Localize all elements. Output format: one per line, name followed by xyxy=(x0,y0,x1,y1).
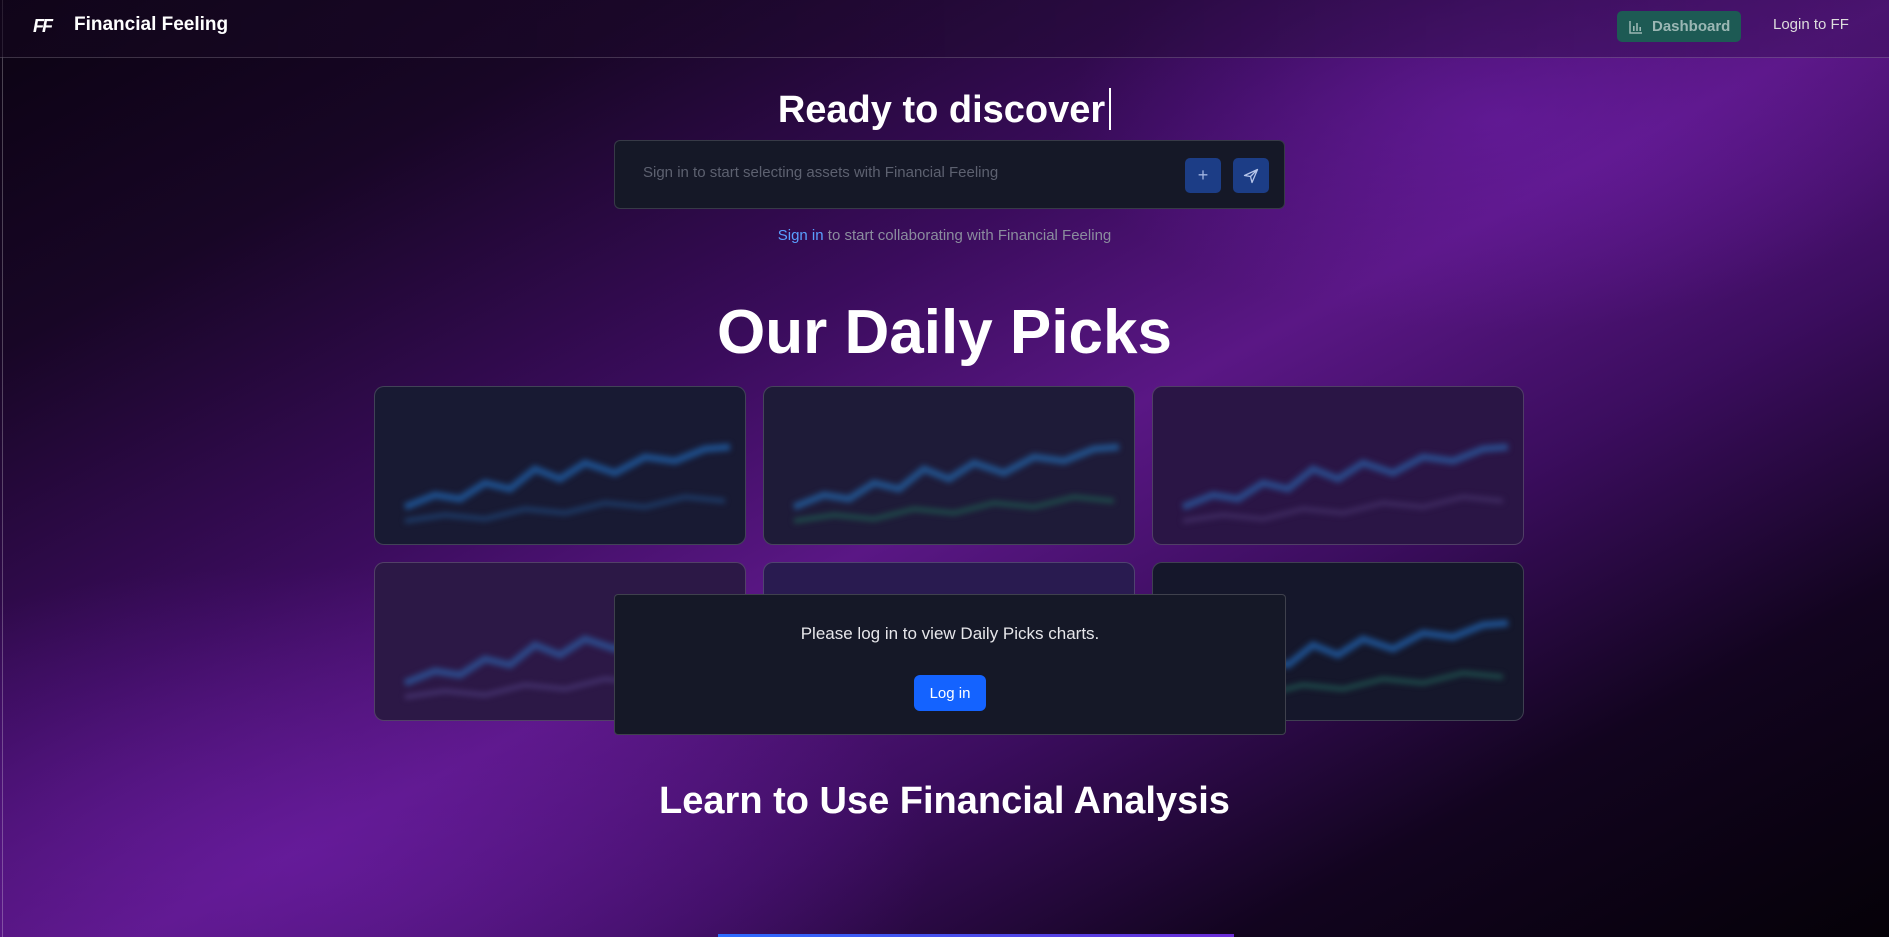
asset-search-input[interactable] xyxy=(641,163,1185,182)
pick-card[interactable] xyxy=(763,386,1135,545)
pick-card[interactable] xyxy=(1152,386,1524,545)
daily-picks-title: Our Daily Picks xyxy=(717,298,1172,367)
log-in-button[interactable]: Log in xyxy=(914,675,986,711)
blurred-chart xyxy=(1181,443,1509,524)
dashboard-button[interactable]: Dashboard xyxy=(1617,11,1741,42)
signin-note-text: to start collaborating with Financial Fe… xyxy=(823,227,1112,244)
blurred-chart xyxy=(792,443,1120,524)
plus-icon: + xyxy=(1197,165,1209,185)
hero-title-text: Ready to discover xyxy=(777,89,1106,131)
login-link[interactable]: Login to FF xyxy=(1773,16,1849,33)
typing-caret xyxy=(1109,88,1112,130)
hero-title: Ready to discover xyxy=(0,88,1889,132)
login-required-modal: Please log in to view Daily Picks charts… xyxy=(614,594,1286,735)
login-required-message: Please log in to view Daily Picks charts… xyxy=(800,624,1100,643)
pick-card[interactable] xyxy=(374,386,746,545)
add-button[interactable]: + xyxy=(1185,158,1221,193)
top-nav: FF Financial Feeling Dashboard Login to … xyxy=(0,0,1889,58)
send-icon xyxy=(1243,168,1259,183)
asset-search-box: + xyxy=(614,140,1285,209)
send-button[interactable] xyxy=(1233,158,1269,193)
signin-note: Sign in to start collaborating with Fina… xyxy=(0,227,1889,244)
dashboard-label: Dashboard xyxy=(1652,18,1731,35)
bar-chart-icon xyxy=(1629,20,1642,34)
logo-icon[interactable]: FF xyxy=(33,16,53,37)
brand-name[interactable]: Financial Feeling xyxy=(74,14,228,36)
blurred-chart xyxy=(403,443,731,524)
learn-section-title: Learn to Use Financial Analysis xyxy=(659,780,1230,822)
signin-link[interactable]: Sign in xyxy=(778,227,824,244)
